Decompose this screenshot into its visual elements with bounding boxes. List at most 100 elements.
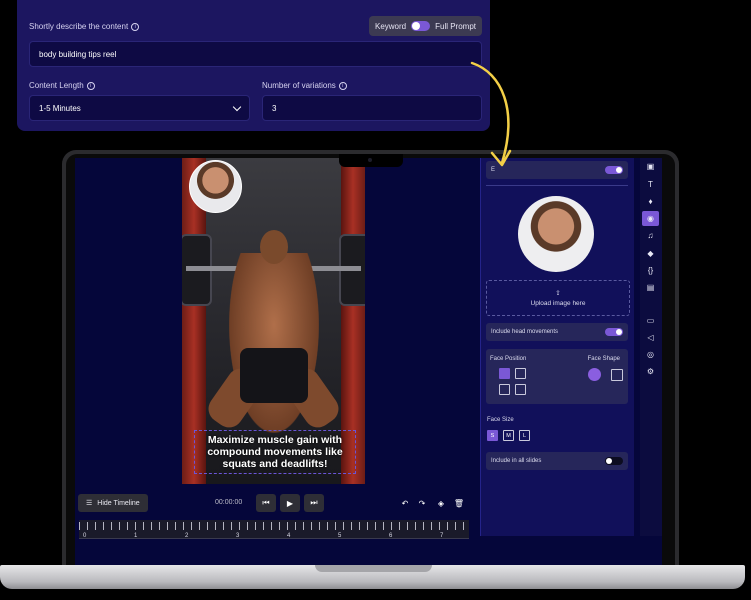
avatar-settings-panel: E ⇪ Upload image here Include head movem… [480,158,634,536]
subtitles-tool[interactable]: ▭ [642,313,659,328]
content-length-label: Content Length i [29,81,95,90]
skip-back-icon: ⏮ [262,498,270,507]
voice-tool[interactable]: ♦ [642,194,659,209]
mode-toggle[interactable]: Keyword Full Prompt [369,16,482,36]
prompt-form-card: Shortly describe the content i Keyword Fu… [17,0,490,131]
caption-box[interactable]: Maximize muscle gain with compound movem… [194,430,356,474]
ruler-mark: 2 [185,533,189,539]
mode-keyword-label[interactable]: Keyword [375,22,406,31]
layers-icon: ◈ [437,498,445,508]
microphone-icon: ♦ [648,197,653,206]
head-movements-row[interactable]: Include head movements [486,323,628,341]
pointer-icon: ◎ [647,350,654,359]
face-size-label: Face Size [487,417,514,423]
hide-timeline-button[interactable]: ☰ Hide Timeline [78,494,148,512]
tool-sidebar: ▣ T ♦ ◉ ♫ ◆ {} ▤ ▭ ◁ ◎ ⚙ [640,158,662,536]
timecode: 00:00:00 [215,499,243,506]
tag-icon: ◆ [647,249,654,258]
avatar-preview [518,196,594,272]
enable-avatar-switch[interactable] [605,166,623,174]
user-icon: ◉ [647,214,654,223]
curved-arrow-icon [470,61,512,167]
film-tool[interactable]: ▤ [642,280,659,295]
shape-circle-option[interactable] [588,368,601,381]
film-icon: ▤ [646,283,655,292]
skip-forward-icon: ⏭ [310,498,318,507]
face-options-box: Face Position Face Shape [486,349,628,404]
redo-button[interactable]: ↷ [412,494,432,512]
info-icon: i [131,22,140,31]
music-tool[interactable]: ♫ [642,228,659,243]
skip-forward-button[interactable]: ⏭ [304,494,324,512]
divider [486,185,628,186]
bodybuilder-head [260,230,288,264]
position-bottom-left[interactable] [499,384,510,395]
play-button[interactable]: ▶ [280,494,300,512]
chevron-down-icon [232,102,242,112]
sticker-tool[interactable]: ◆ [642,246,659,261]
settings-tool[interactable]: ⚙ [642,364,659,379]
variations-input[interactable]: 3 [262,95,482,121]
laptop-base-groove [315,565,432,572]
text-tool[interactable]: T [642,177,659,192]
play-icon: ▶ [286,498,294,508]
text-icon: T [648,180,653,189]
ruler-mark: 5 [338,533,342,539]
playback-controls: ☰ Hide Timeline 00:00:00 ⏮ ▶ ⏭ ↶ ↷ ◈ 🗑 [75,494,470,514]
image-icon: ▣ [646,162,655,171]
size-medium-button[interactable]: M [503,430,514,441]
caption-text: Maximize muscle gain with compound movem… [207,434,343,470]
variations-label: Number of variations i [262,81,347,90]
subtitles-icon: ▭ [646,316,655,325]
ruler-ticks [79,522,469,530]
info-icon: i [86,81,95,90]
effects-tool[interactable]: ◎ [642,347,659,362]
brackets-icon: {} [647,266,654,275]
ruler-mark: 7 [440,533,444,539]
mode-full-prompt-label[interactable]: Full Prompt [435,22,476,31]
shape-square-option[interactable] [611,369,623,381]
position-top-left[interactable] [499,368,510,379]
include-all-slides-switch[interactable] [605,457,623,465]
ruler-mark: 6 [389,533,393,539]
describe-input[interactable]: body building tips reel [29,41,482,67]
position-top-right[interactable] [515,368,526,379]
code-tool[interactable]: {} [642,263,659,278]
volume-tool[interactable]: ◁ [642,330,659,345]
face-avatar-overlay[interactable] [189,160,242,213]
include-all-slides-row[interactable]: Include in all slides [486,452,628,470]
music-icon: ♫ [647,231,654,240]
ruler-mark: 1 [134,533,138,539]
ruler-mark: 3 [236,533,240,539]
position-bottom-right[interactable] [515,384,526,395]
avatar-tool[interactable]: ◉ [642,211,659,226]
delete-button[interactable]: 🗑 [449,494,469,512]
image-tool[interactable]: ▣ [642,159,659,174]
speaker-icon: ◁ [647,333,654,342]
head-movements-switch[interactable] [605,328,623,336]
list-icon: ☰ [86,500,93,507]
upload-icon: ⇪ [555,290,561,297]
upload-image-dropzone[interactable]: ⇪ Upload image here [486,280,630,316]
timeline-ruler[interactable]: 0 1 2 3 4 5 6 7 [79,520,469,539]
bodybuilder-shorts [240,348,308,403]
describe-label: Shortly describe the content i [29,22,140,31]
editor-screen: Maximize muscle gain with compound movem… [75,158,662,566]
trash-icon: 🗑 [453,498,465,508]
undo-icon: ↶ [401,498,409,508]
info-icon: i [338,81,347,90]
redo-icon: ↷ [418,498,426,508]
size-large-button[interactable]: L [519,430,530,441]
layers-button[interactable]: ◈ [431,494,451,512]
skip-back-button[interactable]: ⏮ [256,494,276,512]
ruler-mark: 4 [287,533,291,539]
ruler-mark: 0 [83,533,87,539]
mode-switch[interactable] [411,21,431,31]
content-length-select[interactable]: 1-5 Minutes [29,95,250,121]
camera-icon [368,158,372,162]
face-shape-label: Face Shape [587,356,620,362]
face-position-label: Face Position [490,356,527,362]
size-small-button[interactable]: S [487,430,498,441]
video-preview[interactable]: Maximize muscle gain with compound movem… [182,158,365,484]
gear-icon: ⚙ [646,367,655,376]
